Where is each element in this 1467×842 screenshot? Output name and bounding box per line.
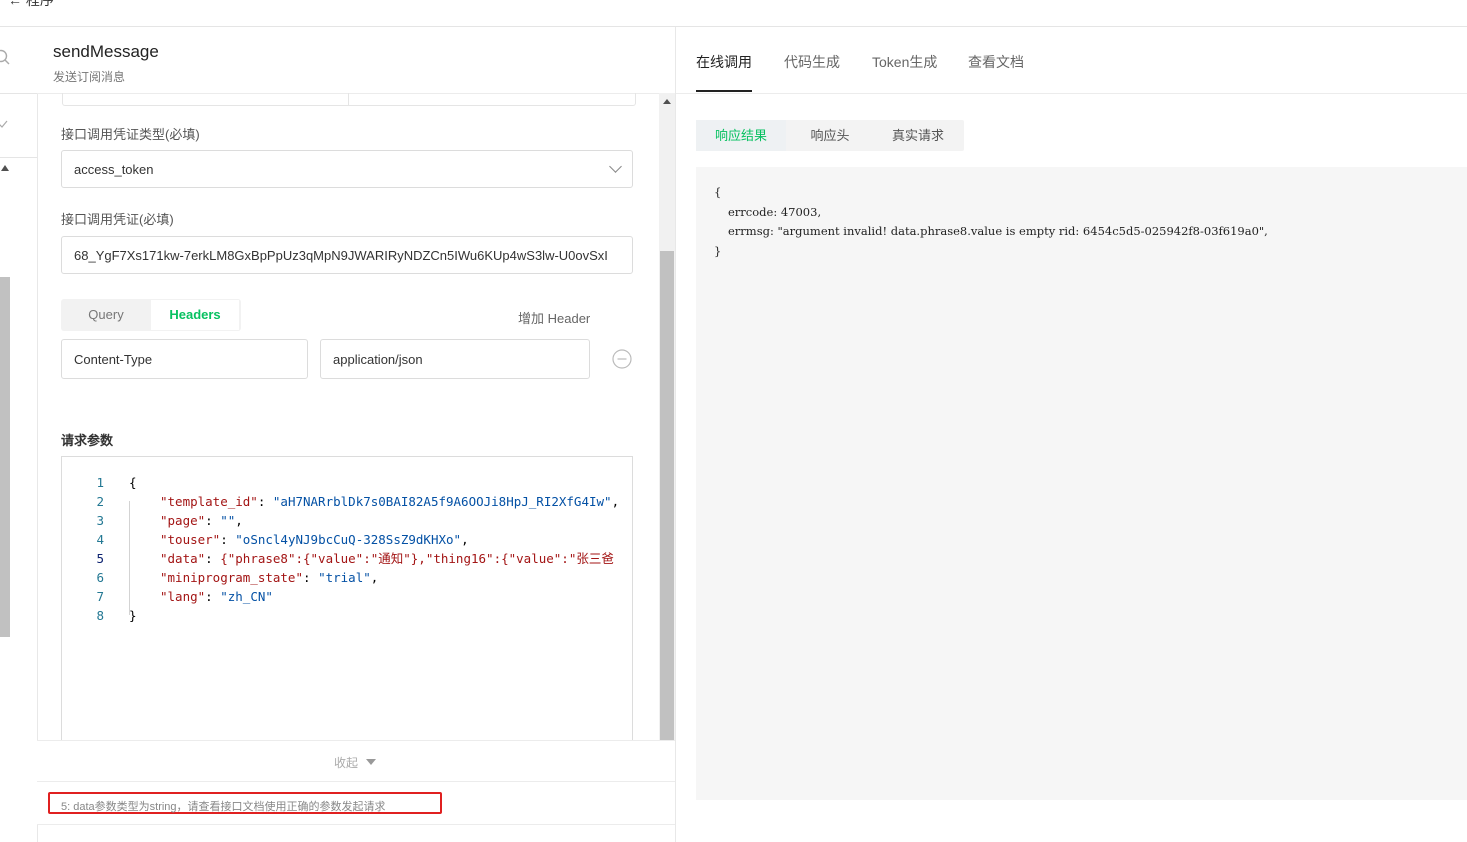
code-text: {	[129, 475, 137, 490]
line-number: 6	[96, 570, 104, 585]
code-text: "miniprogram_state": "trial",	[160, 570, 379, 585]
response-errmsg: errmsg: "argument invalid! data.phrase8.…	[728, 224, 1268, 238]
line-number: 2	[96, 494, 104, 509]
header-value-input[interactable]: application/json	[320, 339, 590, 379]
indent-guide	[129, 501, 130, 615]
scroll-up-icon[interactable]	[1, 165, 9, 171]
tab-code-gen[interactable]: 代码生成	[784, 52, 840, 72]
search-icon[interactable]	[0, 49, 12, 67]
line-number: 3	[96, 513, 104, 528]
code-text: "page": "",	[160, 513, 243, 528]
code-text: "template_id": "aH7NARrblDk7s0BAI82A5f9A…	[160, 494, 620, 509]
top-bar-fragment: ← 程序	[8, 0, 54, 8]
api-header: sendMessage 发送订阅消息	[37, 27, 675, 94]
panel-scrollbar[interactable]	[659, 93, 675, 741]
code-text: "touser": "oSncl4yNJ9bcCuQ-328SsZ9dKHXo"…	[160, 532, 469, 547]
response-close-brace: }	[714, 244, 722, 258]
tab-token-gen[interactable]: Token生成	[872, 52, 937, 72]
credential-label: 接口调用凭证(必填)	[61, 212, 174, 227]
code-text: "lang": "zh_CN"	[160, 589, 273, 604]
collapse-button[interactable]: 收起	[334, 754, 358, 771]
tab-response-headers[interactable]: 响应头	[786, 120, 874, 151]
response-errcode: errcode: 47003,	[728, 205, 822, 219]
strip-divider	[0, 93, 37, 94]
line-number: 7	[96, 589, 104, 604]
scroll-up-icon[interactable]	[663, 99, 671, 104]
tab-docs[interactable]: 查看文档	[968, 52, 1024, 72]
header-key-input[interactable]: Content-Type	[61, 339, 308, 379]
tab-response-result[interactable]: 响应结果	[696, 120, 786, 151]
chevron-down-icon	[609, 160, 622, 173]
response-panel: 在线调用 代码生成 Token生成 查看文档 响应结果 响应头 真实请求 { e…	[676, 27, 1467, 842]
remove-circle-icon[interactable]	[612, 349, 632, 369]
response-tabs: 响应结果 响应头 真实请求	[696, 120, 964, 151]
main-tabs: 在线调用 代码生成 Token生成 查看文档	[676, 27, 1467, 94]
strip-scrollbar[interactable]	[0, 277, 10, 637]
strip-divider	[0, 157, 37, 158]
credential-input[interactable]: 68_YgF7Xs171kw-7erkLM8GxBpPpUz3qMpN9JWAR…	[61, 236, 633, 274]
previous-field-fragment	[62, 93, 636, 106]
tab-real-request[interactable]: 真实请求	[874, 120, 962, 151]
line-number: 4	[96, 532, 104, 547]
response-body: { errcode: 47003, errmsg: "argument inva…	[696, 167, 1467, 800]
code-text: }	[129, 608, 137, 623]
code-text: "data": {"phrase8":{"value":"通知"},"thing…	[160, 551, 614, 566]
collapse-bar: 收起	[37, 740, 675, 781]
active-tab-indicator	[696, 90, 752, 92]
add-header-button[interactable]: 增加 Header	[518, 308, 590, 327]
tab-online-call[interactable]: 在线调用	[696, 52, 752, 72]
credential-value: 68_YgF7Xs171kw-7erkLM8GxBpPpUz3qMpN9JWAR…	[74, 248, 608, 263]
api-subtitle: 发送订阅消息	[53, 70, 126, 84]
request-panel: sendMessage 发送订阅消息 接口调用凭证类型(必填) access_t…	[37, 27, 676, 842]
top-bar: ← 程序	[0, 0, 1467, 27]
left-strip	[0, 27, 38, 842]
line-number: 5	[96, 551, 104, 566]
check-icon	[0, 120, 8, 128]
line-number: 1	[96, 475, 104, 490]
response-open-brace: {	[714, 185, 722, 199]
scrollbar-thumb[interactable]	[660, 251, 674, 741]
credential-type-label: 接口调用凭证类型(必填)	[61, 127, 200, 142]
credential-type-value: access_token	[74, 162, 154, 177]
status-bar: 5: data参数类型为string，请查看接口文档使用正确的参数发起请求	[37, 781, 675, 825]
line-number: 8	[96, 608, 104, 623]
credential-type-select[interactable]: access_token	[61, 150, 633, 188]
status-message: 5: data参数类型为string，请查看接口文档使用正确的参数发起请求	[61, 801, 386, 813]
params-label: 请求参数	[61, 433, 114, 448]
json-editor[interactable]: 1 { 2 "template_id": "aH7NARrblDk7s0BAI8…	[61, 456, 633, 746]
param-tabs: Query Headers	[61, 299, 241, 331]
caret-down-icon[interactable]	[366, 759, 376, 765]
tab-query[interactable]: Query	[61, 299, 151, 331]
tab-headers[interactable]: Headers	[151, 300, 239, 330]
api-title: sendMessage	[53, 42, 159, 61]
